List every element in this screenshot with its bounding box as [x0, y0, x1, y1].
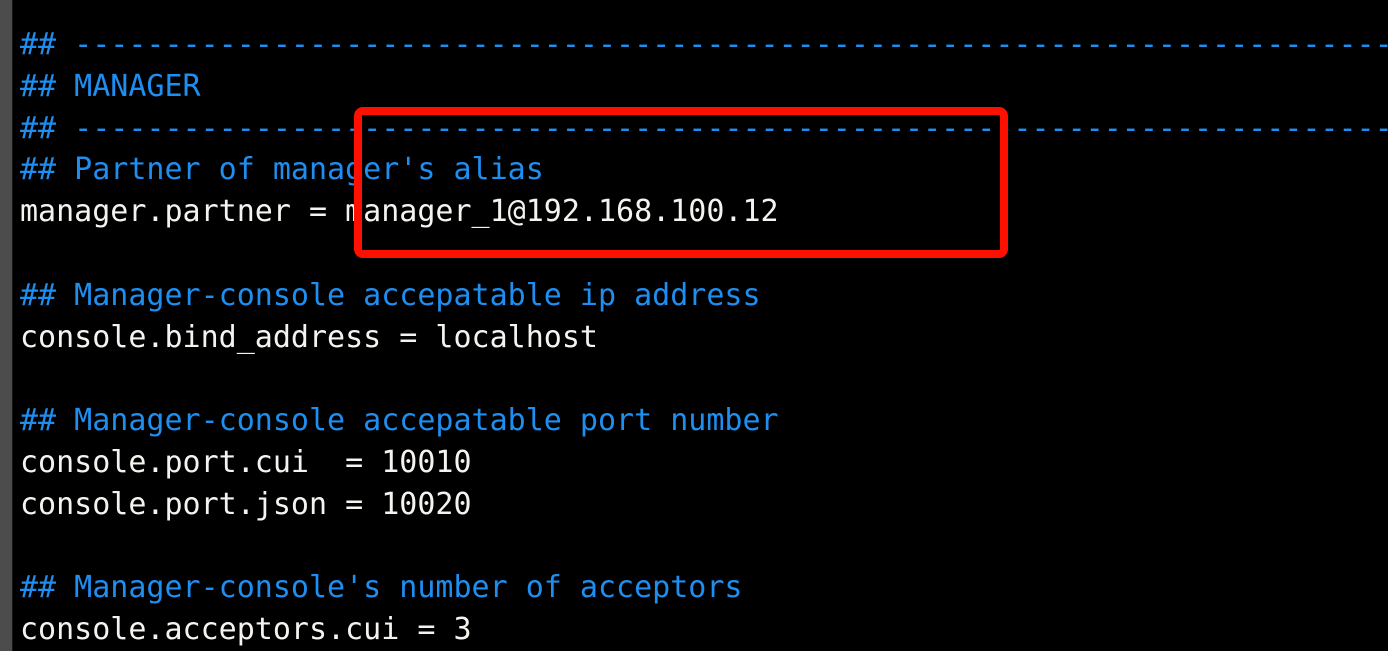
code-line: ## Partner of manager's alias [20, 152, 544, 188]
code-line: ## -------------------------------------… [20, 27, 1388, 62]
code-line: console.port.cui = 10010 [20, 444, 472, 480]
code-line: console.bind_address = localhost [20, 319, 598, 355]
code-line: manager.partner = manager_1@192.168.100.… [20, 194, 779, 230]
code-line: ## Manager-console accepatable port numb… [20, 403, 779, 439]
code-line: ## Manager-console's number of acceptors [20, 570, 743, 606]
code-line: console.acceptors.cui = 3 [20, 612, 472, 648]
code-line: ## -------------------------------------… [20, 110, 1388, 146]
terminal-screen: ## -------------------------------------… [0, 0, 1388, 651]
left-scrollbar-gutter[interactable] [0, 0, 13, 651]
config-file-text[interactable]: ## -------------------------------------… [20, 24, 1388, 651]
code-line: ## Manager-console accepatable ip addres… [20, 277, 761, 313]
code-line: console.port.json = 10020 [20, 486, 472, 522]
code-line: ## MANAGER [20, 68, 201, 104]
